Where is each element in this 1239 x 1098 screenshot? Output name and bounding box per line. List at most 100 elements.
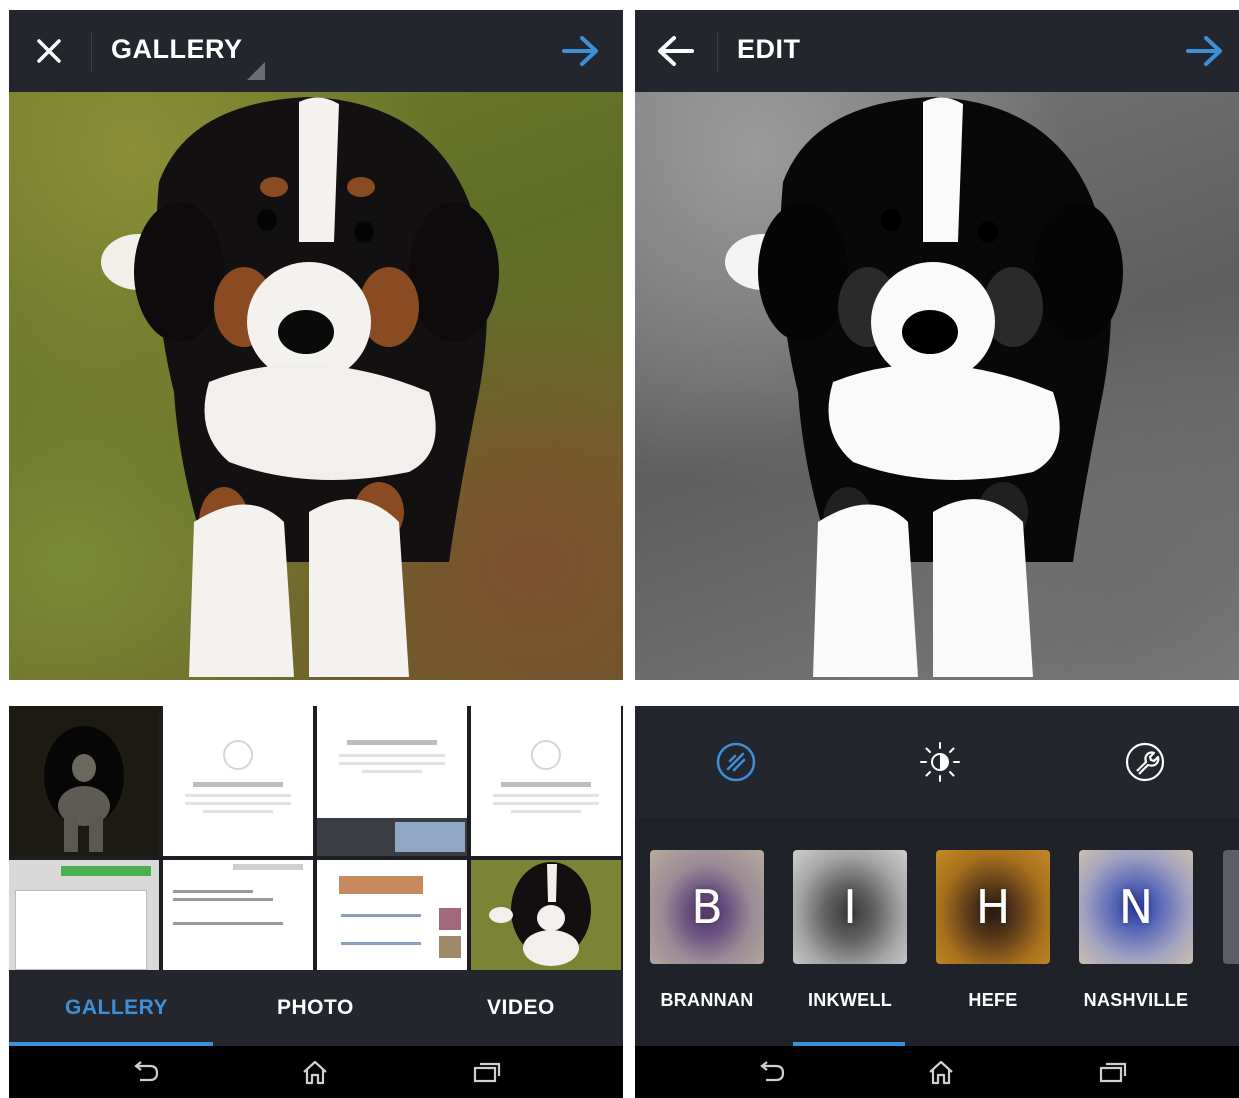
thumb-line [493, 794, 599, 797]
dog-thumbnail-image [9, 706, 159, 856]
recents-icon [1099, 1062, 1127, 1083]
arrow-right-icon [1186, 36, 1222, 66]
edit-screen: EDIT B BRANNAN I INKWELL H HEFE N NASHVI… [635, 10, 1239, 1098]
adjust-tool-button[interactable] [916, 738, 964, 786]
header-divider [91, 32, 92, 72]
thumbnail-screenshot-6[interactable] [317, 860, 467, 970]
thumb-strip-image [395, 822, 465, 852]
filter-letter: B [691, 880, 723, 934]
close-button[interactable] [25, 27, 73, 75]
tab-gallery[interactable]: GALLERY [65, 996, 168, 1020]
gallery-tabs: GALLERY PHOTO VIDEO [9, 970, 623, 1046]
filter-preview-nashville: N [1079, 850, 1193, 964]
thumb-icon [531, 740, 561, 770]
gap [9, 680, 623, 706]
back-icon [134, 1061, 159, 1082]
nav-back-button[interactable] [755, 1058, 787, 1086]
filter-preview-brannan: B [650, 850, 764, 964]
thumbnail-screenshot-3[interactable] [471, 706, 621, 856]
thumb-photo-strip [339, 876, 423, 894]
thumb-line [362, 770, 422, 773]
gallery-header: GALLERY [9, 10, 623, 92]
dropdown-corner-icon [247, 62, 265, 80]
thumbnail-screenshot-5[interactable] [163, 860, 313, 970]
back-icon [760, 1061, 785, 1082]
dog-photo-inkwell [725, 97, 1123, 677]
photo-preview[interactable] [9, 92, 623, 680]
brightness-icon [920, 742, 960, 782]
filter-label: NASHVILLE [1083, 990, 1189, 1010]
filter-label: BRANNAN [660, 990, 754, 1010]
page-title: EDIT [737, 34, 801, 64]
thumbnail-screenshot-2[interactable] [317, 706, 467, 856]
gap [635, 680, 1239, 706]
nav-recents-button[interactable] [471, 1058, 503, 1086]
recents-icon [473, 1062, 501, 1083]
filter-letter: H [975, 880, 1011, 934]
tab-photo[interactable]: PHOTO [277, 996, 354, 1020]
tools-button[interactable] [1121, 738, 1169, 786]
nav-home-button[interactable] [299, 1058, 331, 1086]
thumb-bar [233, 864, 303, 870]
next-button[interactable] [1181, 27, 1229, 75]
thumbnail-screenshot-1[interactable] [163, 706, 313, 856]
thumb-heading [193, 782, 283, 787]
thumb-line [341, 942, 421, 945]
thumb-photo [439, 908, 461, 930]
filter-label: HEFE [968, 990, 1018, 1010]
header-divider [717, 32, 718, 72]
thumbnail-screenshot-4[interactable] [9, 860, 159, 970]
edit-header: EDIT [635, 10, 1239, 92]
filter-strip: B BRANNAN I INKWELL H HEFE N NASHVILLE [635, 818, 1239, 1046]
thumb-line [203, 810, 273, 813]
lux-tool-button[interactable] [712, 738, 760, 786]
edit-tools [635, 706, 1239, 818]
filter-preview-inkwell: I [793, 850, 907, 964]
arrow-left-icon [658, 36, 694, 66]
wrench-icon [1125, 742, 1165, 782]
thumb-photo [439, 936, 461, 958]
home-icon [303, 1060, 327, 1085]
gallery-grid [9, 706, 623, 970]
home-icon [929, 1060, 953, 1085]
thumb-line [339, 762, 445, 765]
gallery-screen: GALLERY GALLERY PHOTO VIDEO [9, 10, 623, 1098]
filter-hefe[interactable]: H HEFE [936, 850, 1050, 1050]
thumb-icon [223, 740, 253, 770]
filter-brannan[interactable]: B BRANNAN [650, 850, 764, 1050]
thumb-line [185, 794, 291, 797]
close-icon [37, 39, 61, 63]
nav-recents-button[interactable] [1097, 1058, 1129, 1086]
thumbnail-dog-dark[interactable] [9, 706, 159, 856]
filter-inkwell[interactable]: I INKWELL [793, 850, 907, 1050]
photo-preview-filtered[interactable] [635, 92, 1239, 680]
filter-preview-hefe: H [936, 850, 1050, 964]
thumb-line [341, 914, 421, 917]
thumb-line [173, 922, 283, 925]
thumb-line [511, 810, 581, 813]
filter-letter: N [1118, 880, 1154, 934]
thumb-line [173, 898, 273, 901]
dog-thumbnail-color-image [489, 862, 591, 966]
thumb-line [185, 802, 291, 805]
thumb-menu [15, 890, 147, 970]
thumb-line [173, 890, 253, 893]
dog-photo [101, 97, 499, 677]
thumb-heading [501, 782, 591, 787]
nav-back-button[interactable] [129, 1058, 161, 1086]
magic-wand-icon [716, 742, 756, 782]
thumbnail-dog-color[interactable] [471, 860, 621, 970]
filter-nashville[interactable]: N NASHVILLE [1079, 850, 1193, 1050]
nav-home-button[interactable] [925, 1058, 957, 1086]
android-nav-bar [9, 1046, 623, 1098]
arrow-right-icon [562, 36, 598, 66]
filter-letter: I [843, 880, 857, 934]
thumb-green-bar [61, 866, 151, 876]
thumb-heading [347, 740, 437, 745]
tab-video[interactable]: VIDEO [487, 996, 555, 1020]
back-button[interactable] [651, 27, 699, 75]
android-nav-bar [635, 1046, 1239, 1098]
next-button[interactable] [557, 27, 605, 75]
filter-next-peek[interactable] [1223, 850, 1239, 964]
page-title: GALLERY [111, 34, 243, 64]
